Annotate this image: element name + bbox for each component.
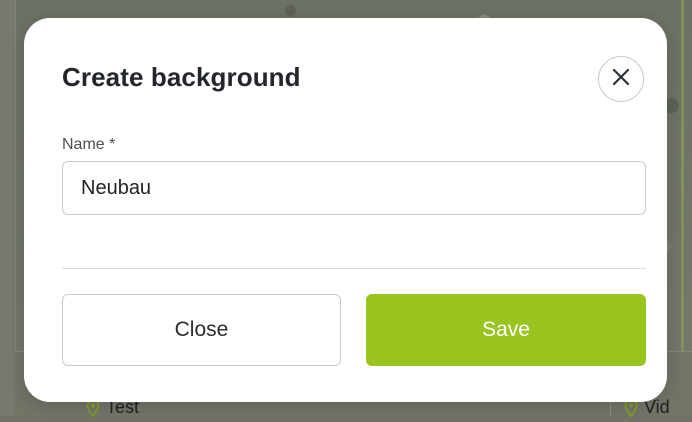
left-panel [0, 0, 16, 416]
dialog-title: Create background [62, 62, 301, 92]
save-button[interactable]: Save [366, 294, 646, 366]
close-button[interactable]: Close [62, 294, 341, 366]
name-input[interactable] [62, 161, 646, 215]
create-background-dialog: Create background Name * Close Save [24, 18, 667, 402]
dialog-close-button[interactable] [598, 56, 644, 102]
close-icon [612, 68, 630, 91]
dialog-divider [62, 268, 646, 269]
name-field-label: Name * [62, 136, 116, 153]
